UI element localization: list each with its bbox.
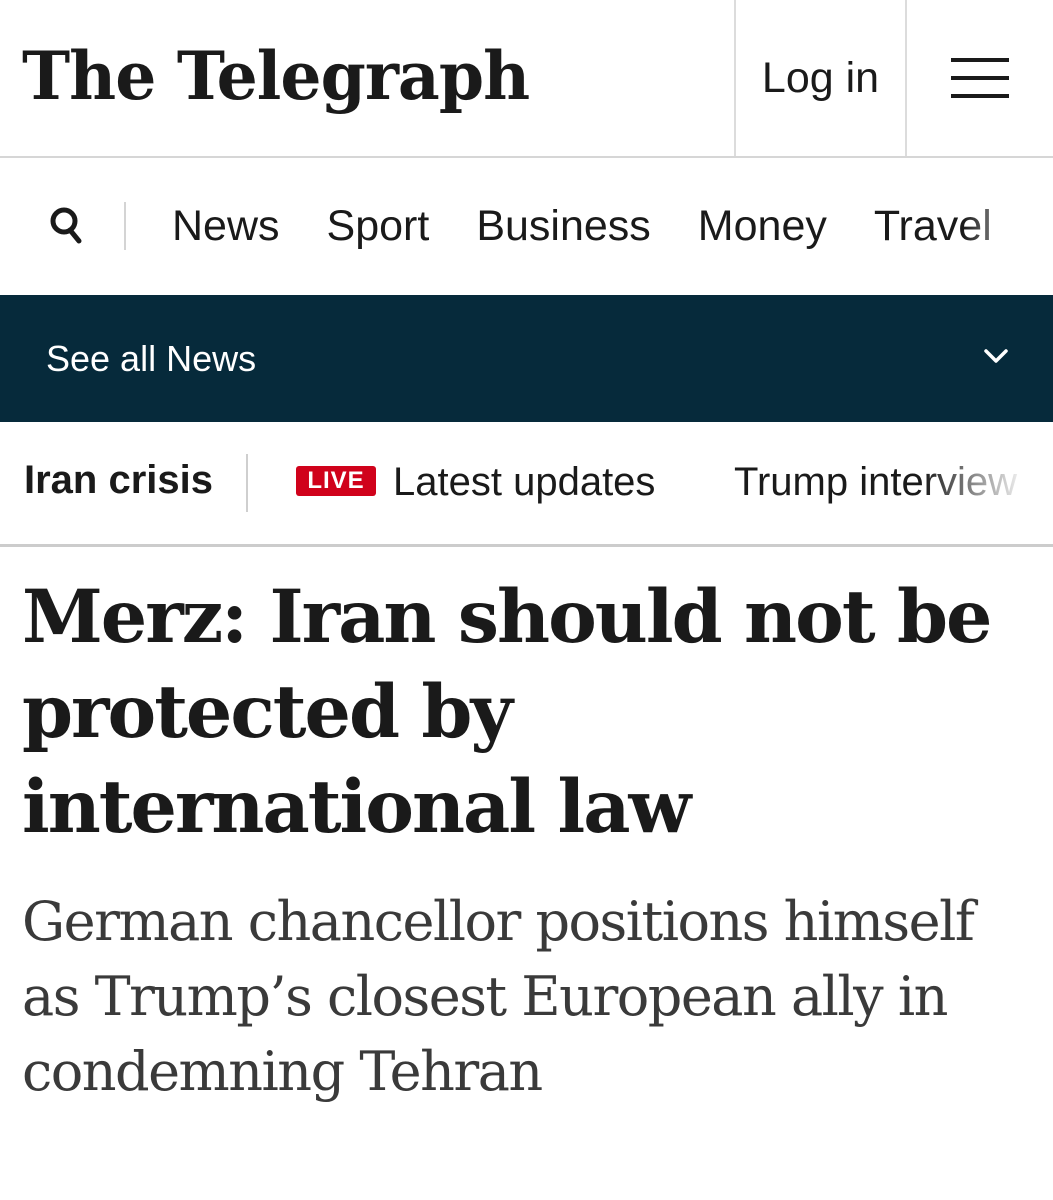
nav-item-sport[interactable]: Sport [327,202,430,251]
hamburger-menu-icon [951,58,1009,98]
topic-divider [246,454,248,512]
nav-item-money[interactable]: Money [698,202,827,251]
nav-item-news[interactable]: News [172,202,280,251]
masthead: The Telegraph Log in [0,0,1053,158]
section-bar-label: See all News [46,337,257,379]
telegraph-logo[interactable]: The Telegraph [22,28,530,124]
article-standfirst: German chancellor positions himself as T… [22,890,975,1103]
topic-strip: Iran crisis LIVE Latest updates Trump in… [0,422,1053,547]
search-button[interactable] [38,198,94,254]
live-badge: LIVE [296,466,376,496]
chevron-down-icon [984,349,1008,363]
search-icon [50,207,82,244]
nav-item-travel[interactable]: Travel [874,202,992,251]
topic-link-latest-updates[interactable]: Latest updates [393,460,655,505]
menu-button[interactable] [907,0,1053,156]
main-nav: News Sport Business Money Travel [0,158,1053,295]
nav-items: News Sport Business Money Travel [172,158,1039,295]
nav-divider [124,202,126,250]
nav-item-business[interactable]: Business [476,202,650,251]
login-button[interactable]: Log in [736,0,905,156]
topic-iran-crisis[interactable]: Iran crisis [24,458,213,503]
see-all-news-dropdown[interactable]: See all News [0,295,1053,422]
topic-link-trump-interview[interactable]: Trump interview [734,460,1017,505]
article-headline: Merz: Iran should not be protected by in… [22,574,992,850]
